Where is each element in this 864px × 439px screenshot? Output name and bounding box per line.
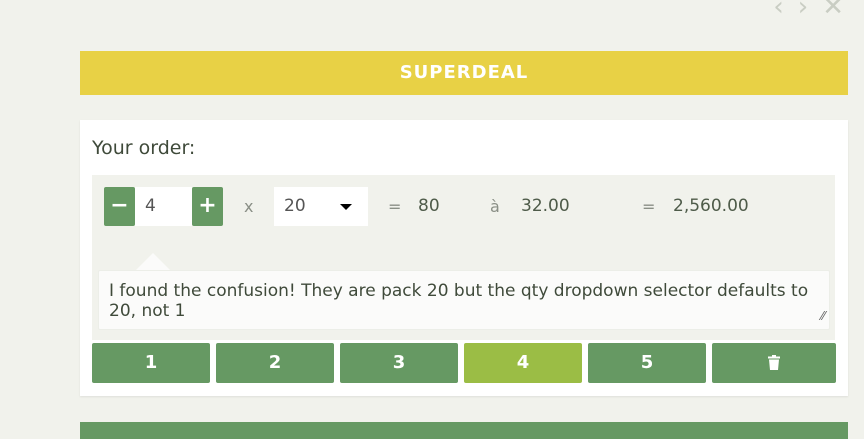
page-button-4[interactable]: 4 bbox=[464, 343, 582, 383]
increase-quantity-button[interactable]: + bbox=[192, 187, 223, 226]
page-selector: 1 2 3 4 5 bbox=[92, 343, 836, 383]
chevron-right-icon[interactable]: › bbox=[798, 0, 808, 14]
equals-symbol: = bbox=[388, 197, 402, 216]
at-symbol: à bbox=[490, 197, 500, 216]
quantity-input[interactable]: 4 bbox=[135, 187, 192, 226]
page-button-1[interactable]: 1 bbox=[92, 343, 210, 383]
close-icon[interactable]: ✕ bbox=[822, 0, 844, 14]
order-card: Your order: − 4 + x 20 = 80 à 32.00 = 2,… bbox=[80, 120, 848, 396]
unit-price: 32.00 bbox=[521, 196, 570, 216]
caret-down-icon bbox=[340, 204, 352, 210]
trash-icon bbox=[768, 355, 780, 370]
superdeal-banner: SUPERDEAL bbox=[80, 51, 848, 95]
note-pointer bbox=[136, 253, 170, 270]
chevron-left-icon[interactable]: ‹ bbox=[773, 0, 783, 14]
next-section-bar bbox=[80, 422, 848, 439]
pack-size-value: 20 bbox=[284, 196, 306, 216]
resize-handle-icon[interactable]: ⁄⁄ bbox=[821, 306, 825, 326]
order-label: Your order: bbox=[92, 137, 196, 159]
decrease-quantity-button[interactable]: − bbox=[104, 187, 135, 226]
times-symbol: x bbox=[244, 197, 254, 216]
order-calculator: − 4 + x 20 = 80 à 32.00 = 2,560.00 I fou… bbox=[92, 175, 835, 340]
page-button-2[interactable]: 2 bbox=[216, 343, 334, 383]
delete-button[interactable] bbox=[712, 343, 836, 383]
note-textarea[interactable]: I found the confusion! They are pack 20 … bbox=[98, 270, 830, 330]
page-button-5[interactable]: 5 bbox=[588, 343, 706, 383]
note-text: I found the confusion! They are pack 20 … bbox=[109, 281, 809, 321]
pack-size-dropdown[interactable]: 20 bbox=[274, 187, 368, 226]
equals-symbol-total: = bbox=[642, 197, 656, 216]
subtotal-units: 80 bbox=[418, 196, 440, 216]
page-button-3[interactable]: 3 bbox=[340, 343, 458, 383]
order-total: 2,560.00 bbox=[673, 196, 749, 216]
top-navigation: ‹ › ✕ bbox=[773, 0, 844, 14]
